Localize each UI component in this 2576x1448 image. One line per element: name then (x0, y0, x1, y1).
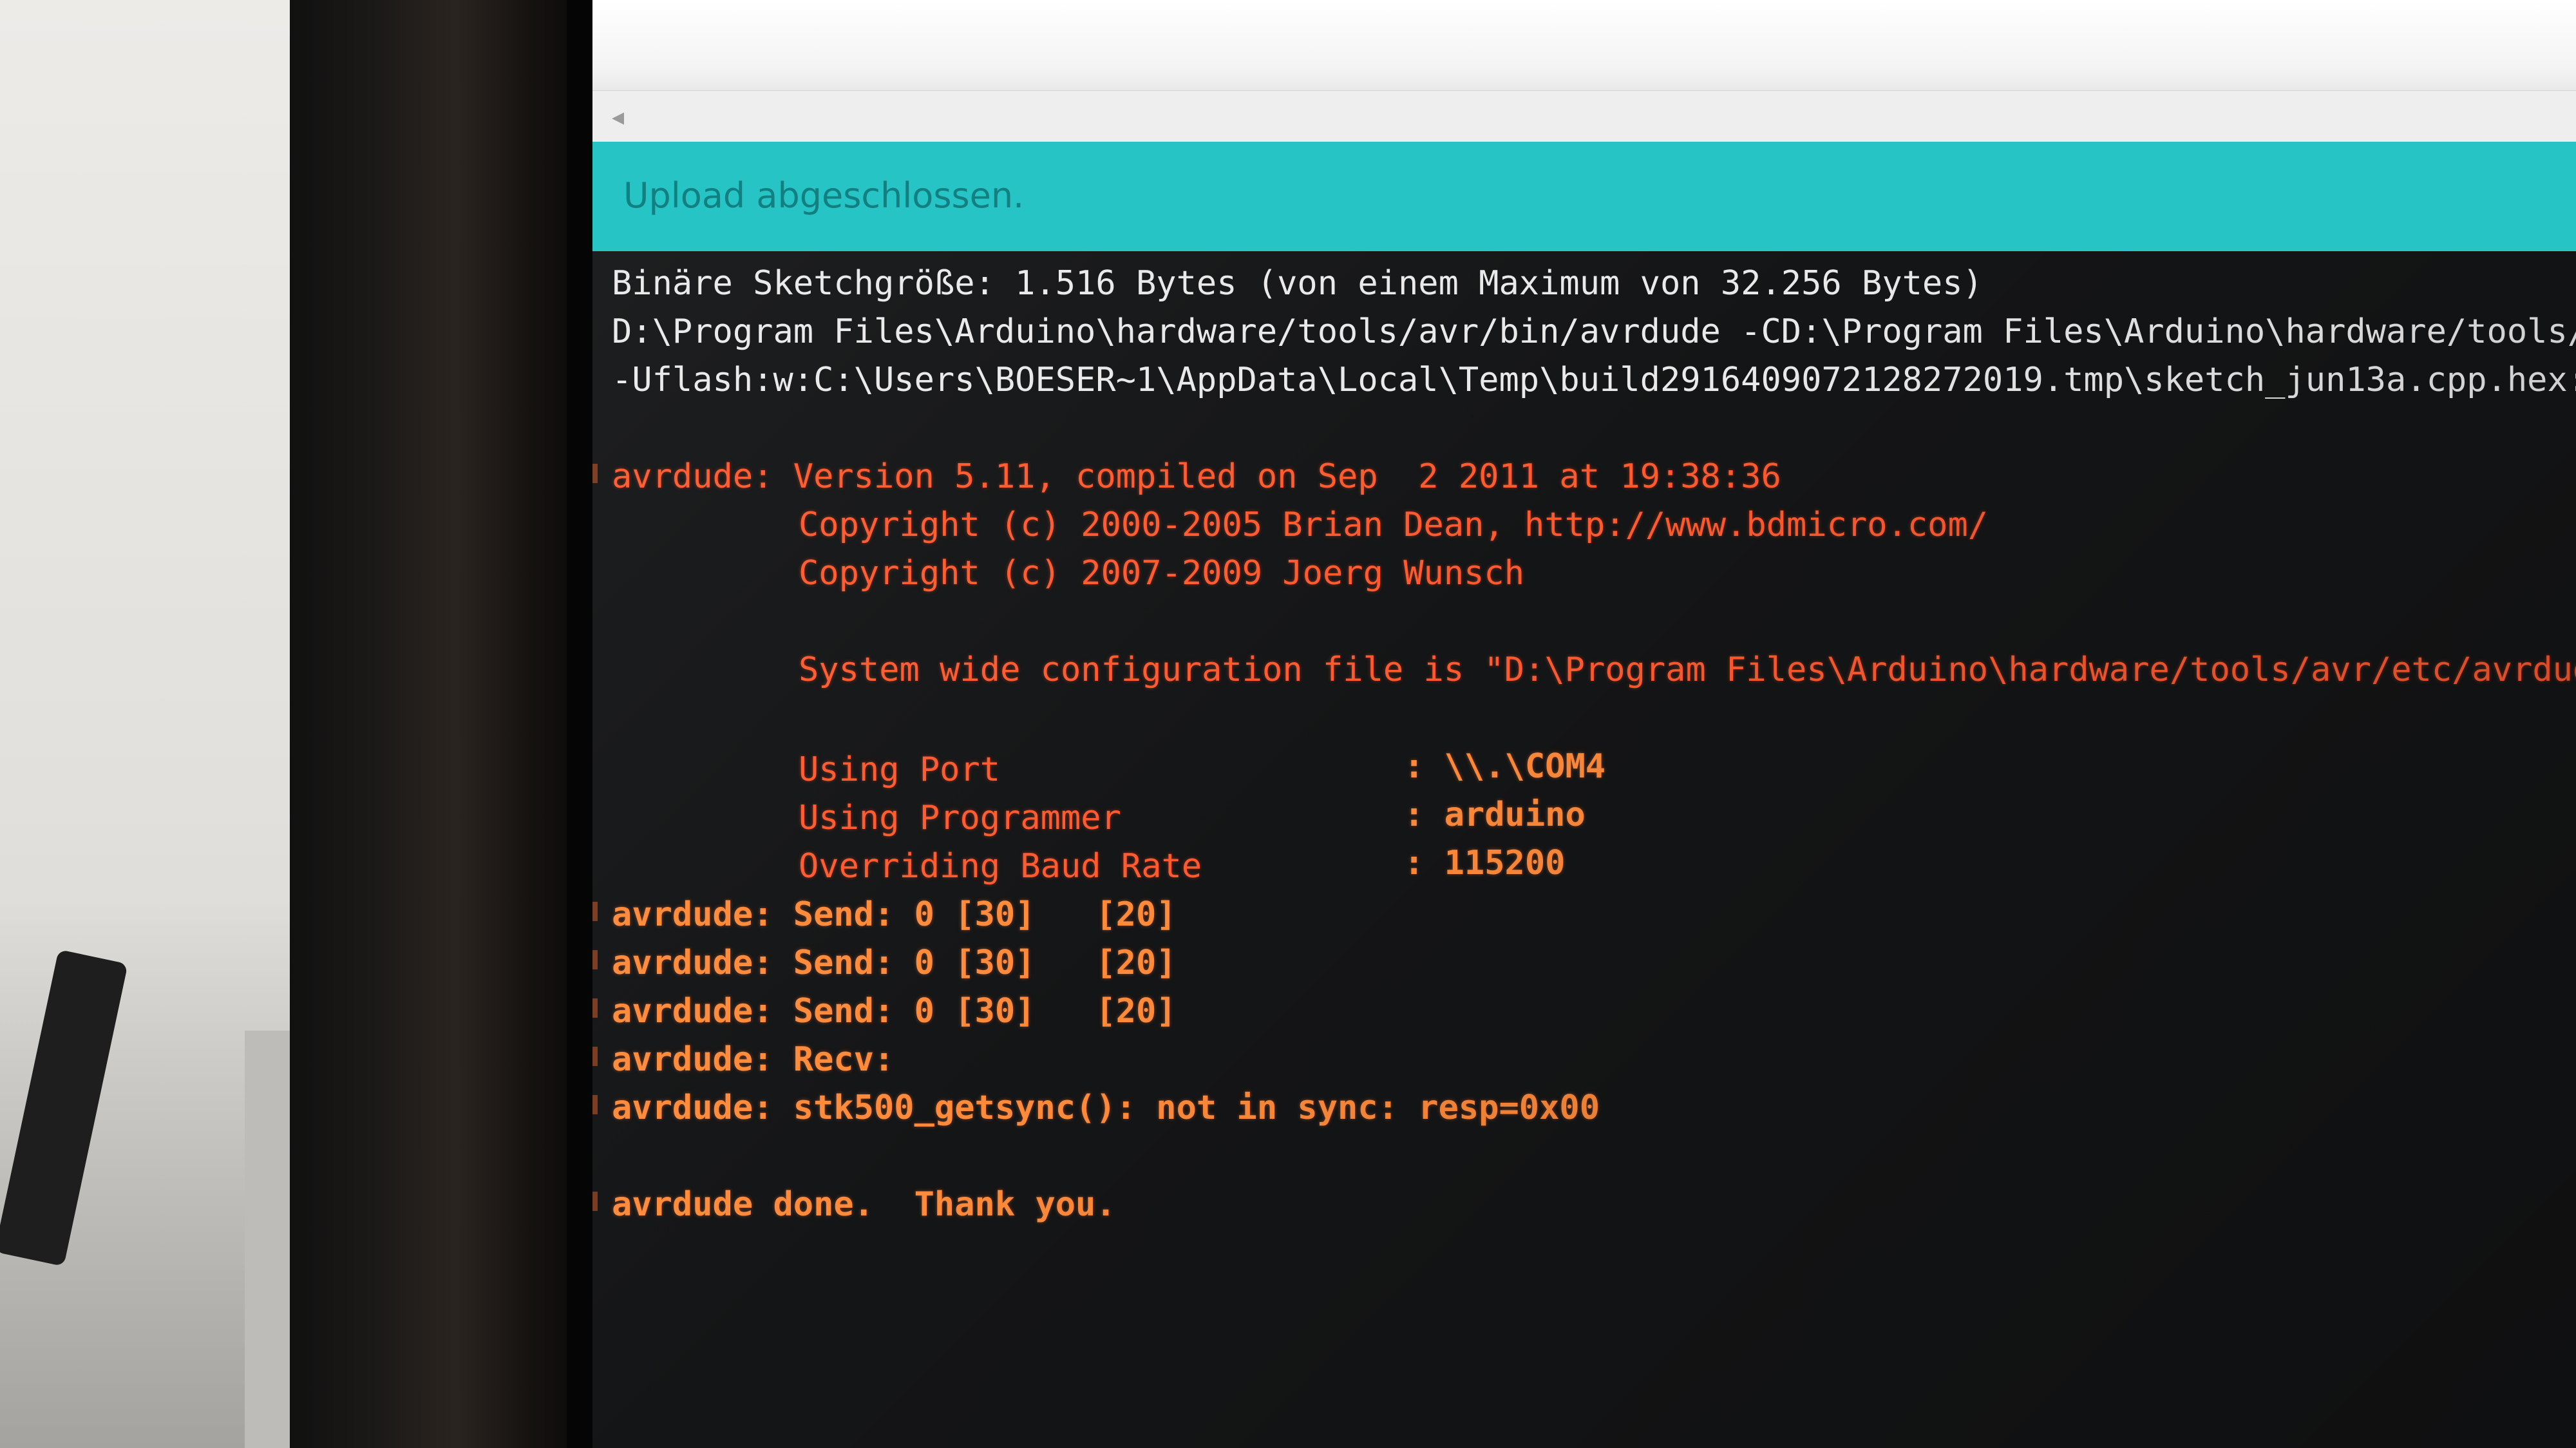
console-programmer-label: Using Programmer (799, 799, 1121, 837)
console-copyright-line-1: Copyright (c) 2000-2005 Brian Dean, http… (799, 506, 1989, 544)
photo-scene: ◂ Upload abgeschlossen. Binäre Sketchgrö… (0, 0, 2576, 1448)
console-recv-line: avrdude: Recv: (612, 1040, 895, 1079)
screen-edge (567, 0, 592, 1448)
console-port-value: : \\.\COM4 (1404, 747, 1606, 786)
horizontal-scrollbar[interactable]: ◂ (592, 90, 2576, 142)
console-programmer-value: : arduino (1404, 795, 1586, 834)
console-port-label: Using Port (799, 750, 1001, 789)
monitor-bezel (290, 0, 850, 1448)
console-gutter-mark (592, 464, 598, 483)
console-gutter-mark (592, 902, 598, 921)
console-gutter-mark (592, 1192, 598, 1211)
console-send-line: avrdude: Send: 0 [30] [20] (612, 992, 1177, 1031)
console-command-line-1: D:\Program Files\Arduino\hardware/tools/… (612, 312, 2576, 351)
upload-status-message: Upload abgeschlossen. (623, 175, 1025, 216)
console-gutter-mark (592, 1047, 598, 1066)
console-sync-error-line: avrdude: stk500_getsync(): not in sync: … (612, 1089, 1600, 1127)
scroll-left-arrow-icon[interactable]: ◂ (612, 100, 624, 133)
console-done-line: avrdude done. Thank you. (612, 1185, 1116, 1224)
console-gutter-mark (592, 950, 598, 969)
console-config-line: System wide configuration file is "D:\Pr… (799, 651, 2576, 689)
console-sketch-size-line: Binäre Sketchgröße: 1.516 Bytes (von ein… (612, 264, 1983, 303)
console-gutter-mark (592, 998, 598, 1018)
console-copyright-line-2: Copyright (c) 2007-2009 Joerg Wunsch (799, 554, 1525, 593)
console-baud-value: : 115200 (1404, 844, 1566, 882)
code-editor-area[interactable] (592, 0, 2576, 98)
console-gutter-mark (592, 1095, 598, 1114)
console-send-line: avrdude: Send: 0 [30] [20] (612, 944, 1177, 982)
console-send-line: avrdude: Send: 0 [30] [20] (612, 895, 1177, 934)
console-command-line-2: -Uflash:w:C:\Users\BOESER~1\AppData\Loca… (612, 361, 2576, 399)
arduino-ide-window: ◂ Upload abgeschlossen. Binäre Sketchgrö… (592, 0, 2576, 1448)
console-version-line: avrdude: Version 5.11, compiled on Sep 2… (612, 457, 1781, 496)
console-baud-label: Overriding Baud Rate (799, 847, 1202, 886)
room-object-secondary (245, 1031, 290, 1448)
upload-status-bar: Upload abgeschlossen. (592, 142, 2576, 251)
output-console[interactable]: Binäre Sketchgröße: 1.516 Bytes (von ein… (592, 251, 2576, 1448)
